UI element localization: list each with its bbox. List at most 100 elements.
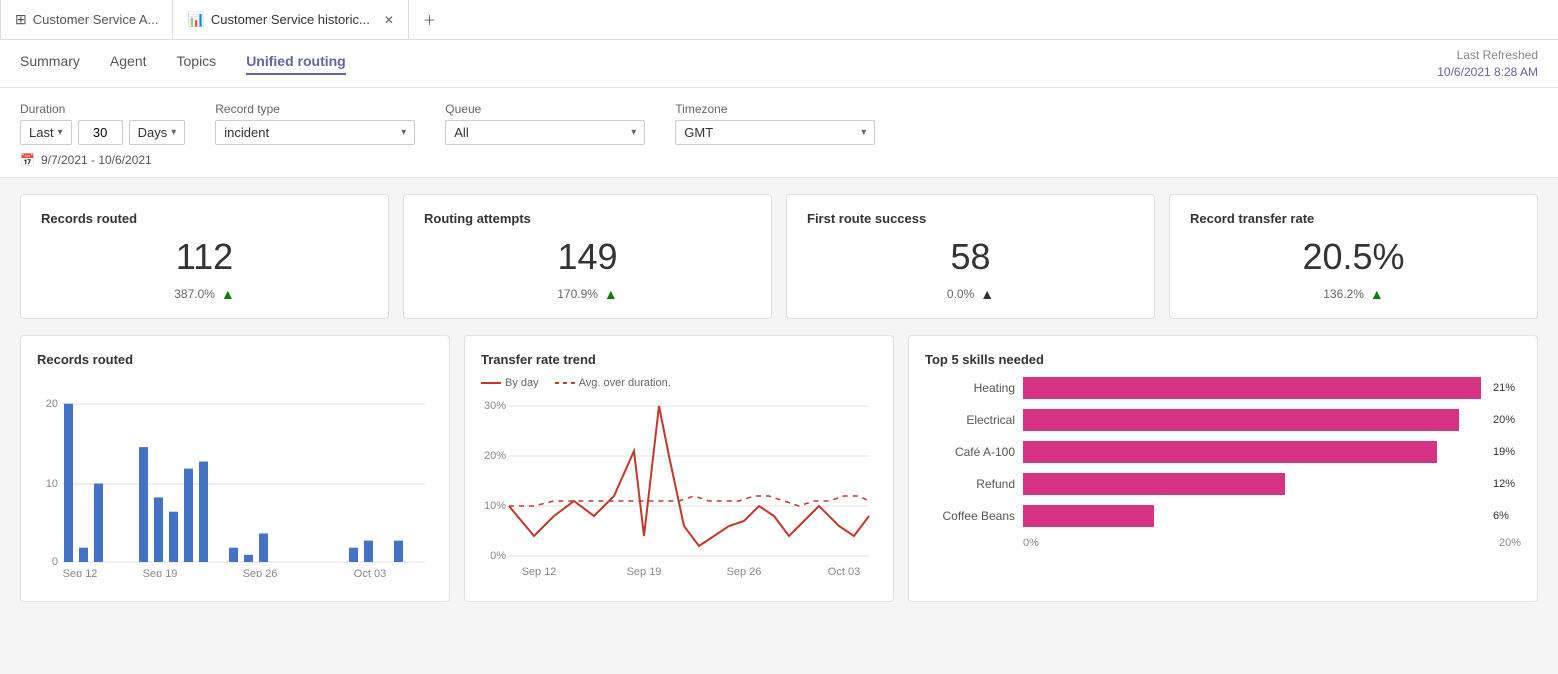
browser-tab-2[interactable]: 📊 Customer Service historic... ✕: [173, 0, 408, 39]
skill-label: Coffee Beans: [925, 509, 1015, 523]
legend-dashed-line: [555, 382, 575, 384]
kpi-first-route-value: 58: [807, 236, 1134, 278]
tab-unified-routing[interactable]: Unified routing: [246, 53, 346, 75]
date-range: 📅 9/7/2021 - 10/6/2021: [20, 153, 1538, 167]
kpi-routing-attempts: Routing attempts 149 170.9% ▲: [403, 194, 772, 319]
skill-bar: [1023, 473, 1285, 495]
kpi-records-routed-title: Records routed: [41, 211, 368, 226]
kpi-transfer-rate-value: 20.5%: [1190, 236, 1517, 278]
skill-row: Heating 21%: [925, 377, 1521, 399]
skill-row: Refund12%: [925, 473, 1521, 495]
skill-label: Café A-100: [925, 445, 1015, 459]
skill-pct-label: 21%: [1493, 382, 1521, 394]
kpi-first-route-success: First route success 58 0.0% ▲: [786, 194, 1155, 319]
skill-pct-label: 19%: [1493, 446, 1521, 458]
svg-text:Sep 26: Sep 26: [243, 568, 278, 577]
svg-text:20: 20: [46, 398, 58, 410]
skill-bar-container: [1023, 505, 1481, 527]
queue-filter: Queue All ▾: [445, 102, 645, 145]
kpi-routing-attempts-trend: 170.9% ▲: [424, 286, 751, 302]
svg-text:10: 10: [46, 478, 58, 490]
skill-label: Refund: [925, 477, 1015, 491]
timezone-filter: Timezone GMT ▾: [675, 102, 875, 145]
top-skills-chart-panel: Top 5 skills needed Heating 21% Electrical…: [908, 335, 1538, 602]
browser-tab-1[interactable]: ⊞ Customer Service A...: [0, 0, 173, 39]
trend-up-icon-4: ▲: [1370, 286, 1384, 302]
record-type-filter: Record type incident ▾: [215, 102, 415, 145]
skill-bar: [1023, 505, 1154, 527]
skill-label: Heating: [925, 381, 1015, 395]
skill-pct-label: 6%: [1493, 510, 1521, 522]
tab-topics[interactable]: Topics: [177, 53, 217, 75]
nav-tabs-bar: Summary Agent Topics Unified routing Las…: [0, 40, 1558, 88]
kpi-first-route-trend-value: 0.0%: [947, 287, 974, 301]
kpi-transfer-rate: Record transfer rate 20.5% 136.2% ▲: [1169, 194, 1538, 319]
x-axis-0: 0%: [1023, 537, 1039, 549]
svg-text:Oct 03: Oct 03: [354, 568, 386, 577]
timezone-select[interactable]: GMT ▾: [675, 120, 875, 145]
last-refreshed-label: Last Refreshed: [1437, 47, 1538, 64]
trend-up-icon-2: ▲: [604, 286, 618, 302]
legend-solid-line: [481, 382, 501, 384]
duration-period-select[interactable]: Last ▾: [20, 120, 72, 145]
chart-row: Records routed 20 10 0: [20, 335, 1538, 602]
kpi-transfer-rate-trend-value: 136.2%: [1323, 287, 1364, 301]
legend-by-day-label: By day: [505, 377, 539, 389]
svg-text:Oct 03: Oct 03: [828, 566, 860, 578]
skill-row: Café A-100 19%: [925, 441, 1521, 463]
kpi-first-route-title: First route success: [807, 211, 1134, 226]
svg-text:30%: 30%: [484, 400, 506, 412]
kpi-first-route-trend: 0.0% ▲: [807, 286, 1134, 302]
nav-tabs-left: Summary Agent Topics Unified routing: [20, 53, 346, 75]
skill-label: Electrical: [925, 413, 1015, 427]
new-tab-button[interactable]: ＋: [409, 0, 450, 39]
skill-pct-label: 20%: [1493, 414, 1521, 426]
kpi-routing-attempts-value: 149: [424, 236, 751, 278]
records-routed-svg: 20 10 0: [37, 377, 433, 577]
trend-up-icon-3: ▲: [980, 286, 994, 302]
svg-text:Sep 19: Sep 19: [143, 568, 178, 577]
x-axis-20: 20%: [1499, 537, 1521, 549]
duration-number-input[interactable]: [78, 120, 123, 145]
duration-unit-value: Days: [138, 125, 168, 140]
duration-unit-select[interactable]: Days ▾: [129, 120, 186, 145]
skill-row: Coffee Beans 6%: [925, 505, 1521, 527]
svg-text:20%: 20%: [484, 450, 506, 462]
kpi-row: Records routed 112 387.0% ▲ Routing atte…: [20, 194, 1538, 319]
chevron-down-icon-5: ▾: [861, 127, 866, 138]
chevron-down-icon-4: ▾: [631, 127, 636, 138]
kpi-transfer-rate-trend: 136.2% ▲: [1190, 286, 1517, 302]
skill-bar: [1023, 377, 1481, 399]
kpi-records-routed-trend: 387.0% ▲: [41, 286, 368, 302]
browser-tab-bar: ⊞ Customer Service A... 📊 Customer Servi…: [0, 0, 1558, 40]
queue-select[interactable]: All ▾: [445, 120, 645, 145]
skill-bar-container: [1023, 377, 1481, 399]
legend-avg: Avg. over duration.: [555, 377, 671, 389]
chart-legend: By day Avg. over duration.: [481, 377, 877, 389]
transfer-rate-svg: 30% 20% 10% 0% Sep 12 Sep 19 Sep 26 Oct …: [481, 397, 877, 582]
last-refreshed: Last Refreshed 10/6/2021 8:28 AM: [1437, 47, 1538, 81]
skills-chart: Heating 21% Electrical 20% Café A-100 19% Refu…: [925, 377, 1521, 527]
kpi-routing-attempts-trend-value: 170.9%: [557, 287, 598, 301]
tab-summary[interactable]: Summary: [20, 53, 80, 75]
skill-bar: [1023, 441, 1437, 463]
kpi-records-routed-trend-value: 387.0%: [174, 287, 215, 301]
close-icon[interactable]: ✕: [384, 13, 394, 27]
svg-text:0%: 0%: [490, 550, 506, 562]
timezone-label: Timezone: [675, 102, 875, 116]
svg-text:Sep 26: Sep 26: [727, 566, 762, 578]
duration-label: Duration: [20, 102, 185, 116]
transfer-rate-chart-panel: Transfer rate trend By day Avg. over dur…: [464, 335, 894, 602]
tab-agent[interactable]: Agent: [110, 53, 147, 75]
chevron-down-icon-2: ▾: [171, 127, 176, 138]
svg-text:Sep 12: Sep 12: [522, 566, 557, 578]
plus-icon: ＋: [423, 10, 436, 29]
top-skills-title: Top 5 skills needed: [925, 352, 1521, 367]
svg-text:0: 0: [52, 556, 58, 568]
tab2-label: Customer Service historic...: [211, 12, 370, 27]
duration-controls: Last ▾ Days ▾: [20, 120, 185, 145]
record-type-select[interactable]: incident ▾: [215, 120, 415, 145]
calendar-icon: 📅: [20, 153, 35, 167]
skill-row: Electrical 20%: [925, 409, 1521, 431]
last-refreshed-value: 10/6/2021 8:28 AM: [1437, 64, 1538, 81]
